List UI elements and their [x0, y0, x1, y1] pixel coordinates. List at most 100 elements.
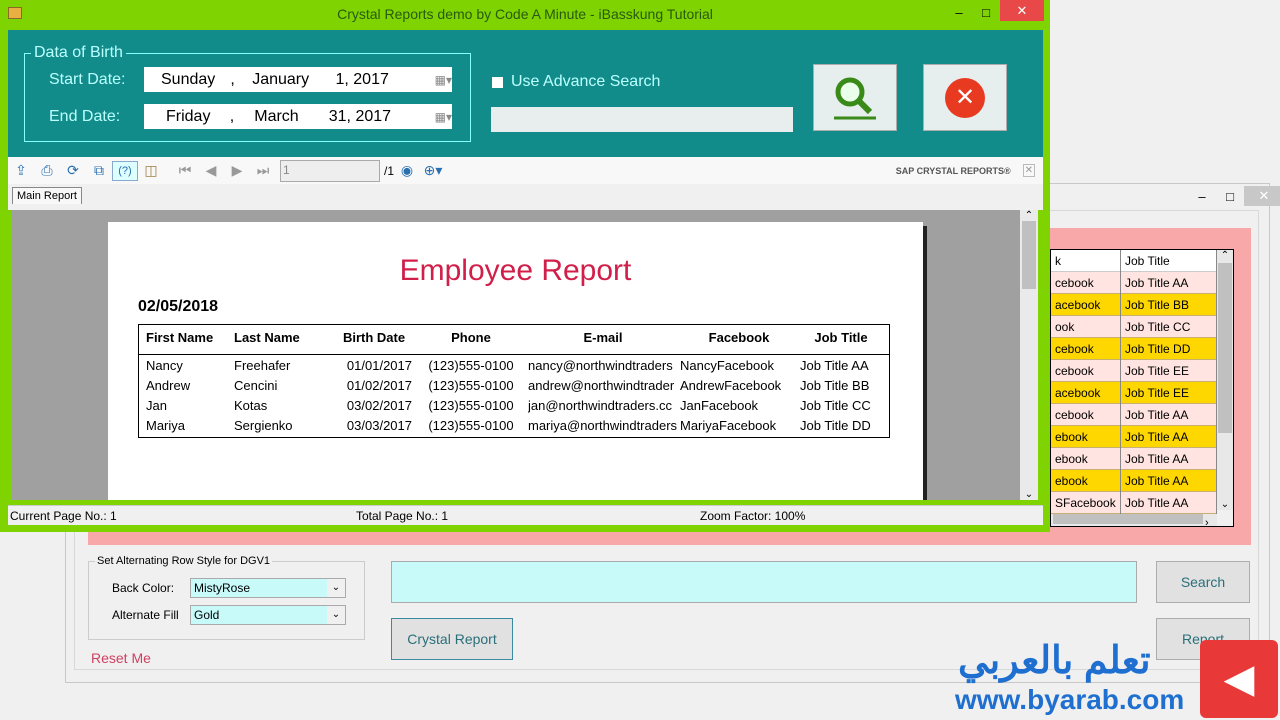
- report-cell: Kotas: [234, 398, 268, 413]
- watermark-arabic: تعلم بالعربي: [958, 640, 1151, 682]
- report-cell: AndrewFacebook: [680, 378, 782, 393]
- grid-cell[interactable]: ebook: [1051, 470, 1121, 492]
- minimize-button[interactable]: –: [1188, 186, 1216, 206]
- find-icon[interactable]: ◉: [394, 161, 420, 181]
- grid-cell[interactable]: Job Title DD: [1121, 338, 1217, 360]
- report-cell: Freehafer: [234, 358, 291, 373]
- reset-link[interactable]: Reset Me: [91, 650, 151, 666]
- grid-cell[interactable]: ebook: [1051, 448, 1121, 470]
- grid-cell[interactable]: cebook: [1051, 338, 1121, 360]
- grid-row[interactable]: SFacebook Job Title AA: [1051, 492, 1217, 514]
- report-cell: (123)555-0100: [428, 418, 514, 433]
- chevron-down-icon: ⌄: [327, 579, 345, 597]
- grid-cell[interactable]: Job Title CC: [1121, 316, 1217, 338]
- advance-search-label[interactable]: Use Advance Search: [511, 73, 660, 91]
- grid-row[interactable]: acebook Job Title BB: [1051, 294, 1217, 316]
- alternate-fill-select[interactable]: Gold ⌄: [190, 605, 346, 625]
- first-page-icon[interactable]: ⏮: [172, 161, 198, 181]
- grid-cell[interactable]: Job Title AA: [1121, 470, 1217, 492]
- search-button[interactable]: Search: [1156, 561, 1250, 603]
- grid-header[interactable]: Job Title: [1121, 250, 1217, 272]
- report-column-header: Job Title: [814, 330, 868, 345]
- tab-strip: Main Report: [8, 184, 1043, 210]
- advance-search-checkbox[interactable]: [492, 77, 503, 88]
- crystal-report-window: Crystal Reports demo by Code A Minute - …: [0, 0, 1050, 532]
- grid-cell[interactable]: Job Title AA: [1121, 272, 1217, 294]
- grid-row[interactable]: ebook Job Title AA: [1051, 448, 1217, 470]
- watermark-logo-icon: ◀: [1200, 640, 1278, 718]
- grid-cell[interactable]: Job Title BB: [1121, 294, 1217, 316]
- search-button[interactable]: [813, 64, 897, 131]
- grid-row[interactable]: cebook Job Title AA: [1051, 272, 1217, 294]
- tab-main-report[interactable]: Main Report: [12, 187, 82, 204]
- grid-header[interactable]: k: [1051, 250, 1121, 272]
- maximize-button[interactable]: □: [1216, 186, 1244, 206]
- grid-row[interactable]: cebook Job Title AA: [1051, 404, 1217, 426]
- close-button[interactable]: ✕: [1244, 186, 1280, 206]
- report-cell: (123)555-0100: [428, 398, 514, 413]
- grid-row[interactable]: cebook Job Title DD: [1051, 338, 1217, 360]
- report-column-header: E-mail: [583, 330, 623, 345]
- report-cell: 03/02/2017: [346, 398, 412, 413]
- data-grid[interactable]: k Job Title ⌃ ⌄ › cebook Job Title AA aceb…: [1050, 249, 1234, 527]
- grid-cell[interactable]: Job Title AA: [1121, 404, 1217, 426]
- back-color-select[interactable]: MistyRose ⌄: [190, 578, 346, 598]
- grid-cell[interactable]: SFacebook: [1051, 492, 1121, 514]
- magnifier-icon: [834, 77, 876, 119]
- grid-cell[interactable]: acebook: [1051, 294, 1121, 316]
- close-viewer-icon[interactable]: ✕: [1022, 164, 1035, 177]
- grid-cell[interactable]: Job Title AA: [1121, 492, 1217, 514]
- close-circle-icon: ✕: [945, 77, 985, 118]
- maximize-button[interactable]: □: [972, 2, 1000, 22]
- last-page-icon[interactable]: ⏭: [250, 161, 276, 181]
- calendar-icon[interactable]: ▦▾: [435, 110, 452, 124]
- grid-cell[interactable]: cebook: [1051, 272, 1121, 294]
- close-button[interactable]: ✕: [1000, 0, 1044, 21]
- advance-search-input[interactable]: [491, 107, 793, 132]
- back-color-label: Back Color:: [112, 581, 175, 595]
- page-number-input[interactable]: 1: [280, 159, 380, 182]
- crystal-report-button[interactable]: Crystal Report: [391, 618, 513, 660]
- print-icon[interactable]: ⎙: [34, 161, 60, 181]
- start-date-label: Start Date:: [49, 71, 126, 88]
- previous-page-icon[interactable]: ◀: [198, 161, 224, 181]
- grid-cell[interactable]: Job Title AA: [1121, 426, 1217, 448]
- minimize-button[interactable]: –: [945, 2, 973, 22]
- search-input[interactable]: [391, 561, 1137, 603]
- grid-cell[interactable]: Job Title AA: [1121, 448, 1217, 470]
- help-icon[interactable]: (?): [112, 160, 138, 181]
- grid-row[interactable]: cebook Job Title EE: [1051, 360, 1217, 382]
- report-page: Employee Report 02/05/2018 First Name Las…: [108, 222, 923, 500]
- report-column-header: Birth Date: [342, 330, 406, 345]
- grid-cell[interactable]: ook: [1051, 316, 1121, 338]
- calendar-icon[interactable]: ▦▾: [435, 73, 452, 87]
- report-canvas: Employee Report 02/05/2018 First Name Las…: [12, 210, 1038, 500]
- report-title: Employee Report: [399, 254, 632, 287]
- copy-icon[interactable]: ⧉: [86, 161, 112, 181]
- grid-row[interactable]: acebook Job Title EE: [1051, 382, 1217, 404]
- grid-cell[interactable]: acebook: [1051, 382, 1121, 404]
- refresh-icon[interactable]: ⟳: [60, 161, 86, 181]
- grid-row[interactable]: ook Job Title CC: [1051, 316, 1217, 338]
- grid-cell[interactable]: ebook: [1051, 426, 1121, 448]
- grid-cell[interactable]: Job Title EE: [1121, 382, 1217, 404]
- grid-row[interactable]: ebook Job Title AA: [1051, 470, 1217, 492]
- grid-cell[interactable]: cebook: [1051, 360, 1121, 382]
- report-column-header: Phone: [451, 330, 491, 345]
- group-tree-icon[interactable]: ◫: [138, 161, 164, 181]
- cancel-button[interactable]: ✕: [923, 64, 1007, 131]
- next-page-icon[interactable]: ▶: [224, 161, 250, 181]
- start-date-picker[interactable]: Sunday, January 1, 2017 ▦▾: [144, 67, 452, 92]
- vertical-scrollbar[interactable]: ⌃ ⌄: [1217, 250, 1233, 510]
- export-icon[interactable]: ⇪: [8, 161, 34, 181]
- status-bar: Current Page No.: 1 Total Page No.: 1 Zo…: [8, 505, 1043, 525]
- grid-cell[interactable]: cebook: [1051, 404, 1121, 426]
- report-cell: 03/03/2017: [346, 418, 412, 433]
- zoom-icon[interactable]: ⊕▾: [420, 161, 446, 181]
- report-column-header: Facebook: [708, 330, 770, 345]
- end-date-picker[interactable]: Friday, March 31, 2017 ▦▾: [144, 104, 452, 129]
- grid-cell[interactable]: Job Title EE: [1121, 360, 1217, 382]
- report-scrollbar[interactable]: ⌃ ⌄: [1020, 210, 1038, 500]
- report-cell: Andrew: [146, 378, 191, 393]
- grid-row[interactable]: ebook Job Title AA: [1051, 426, 1217, 448]
